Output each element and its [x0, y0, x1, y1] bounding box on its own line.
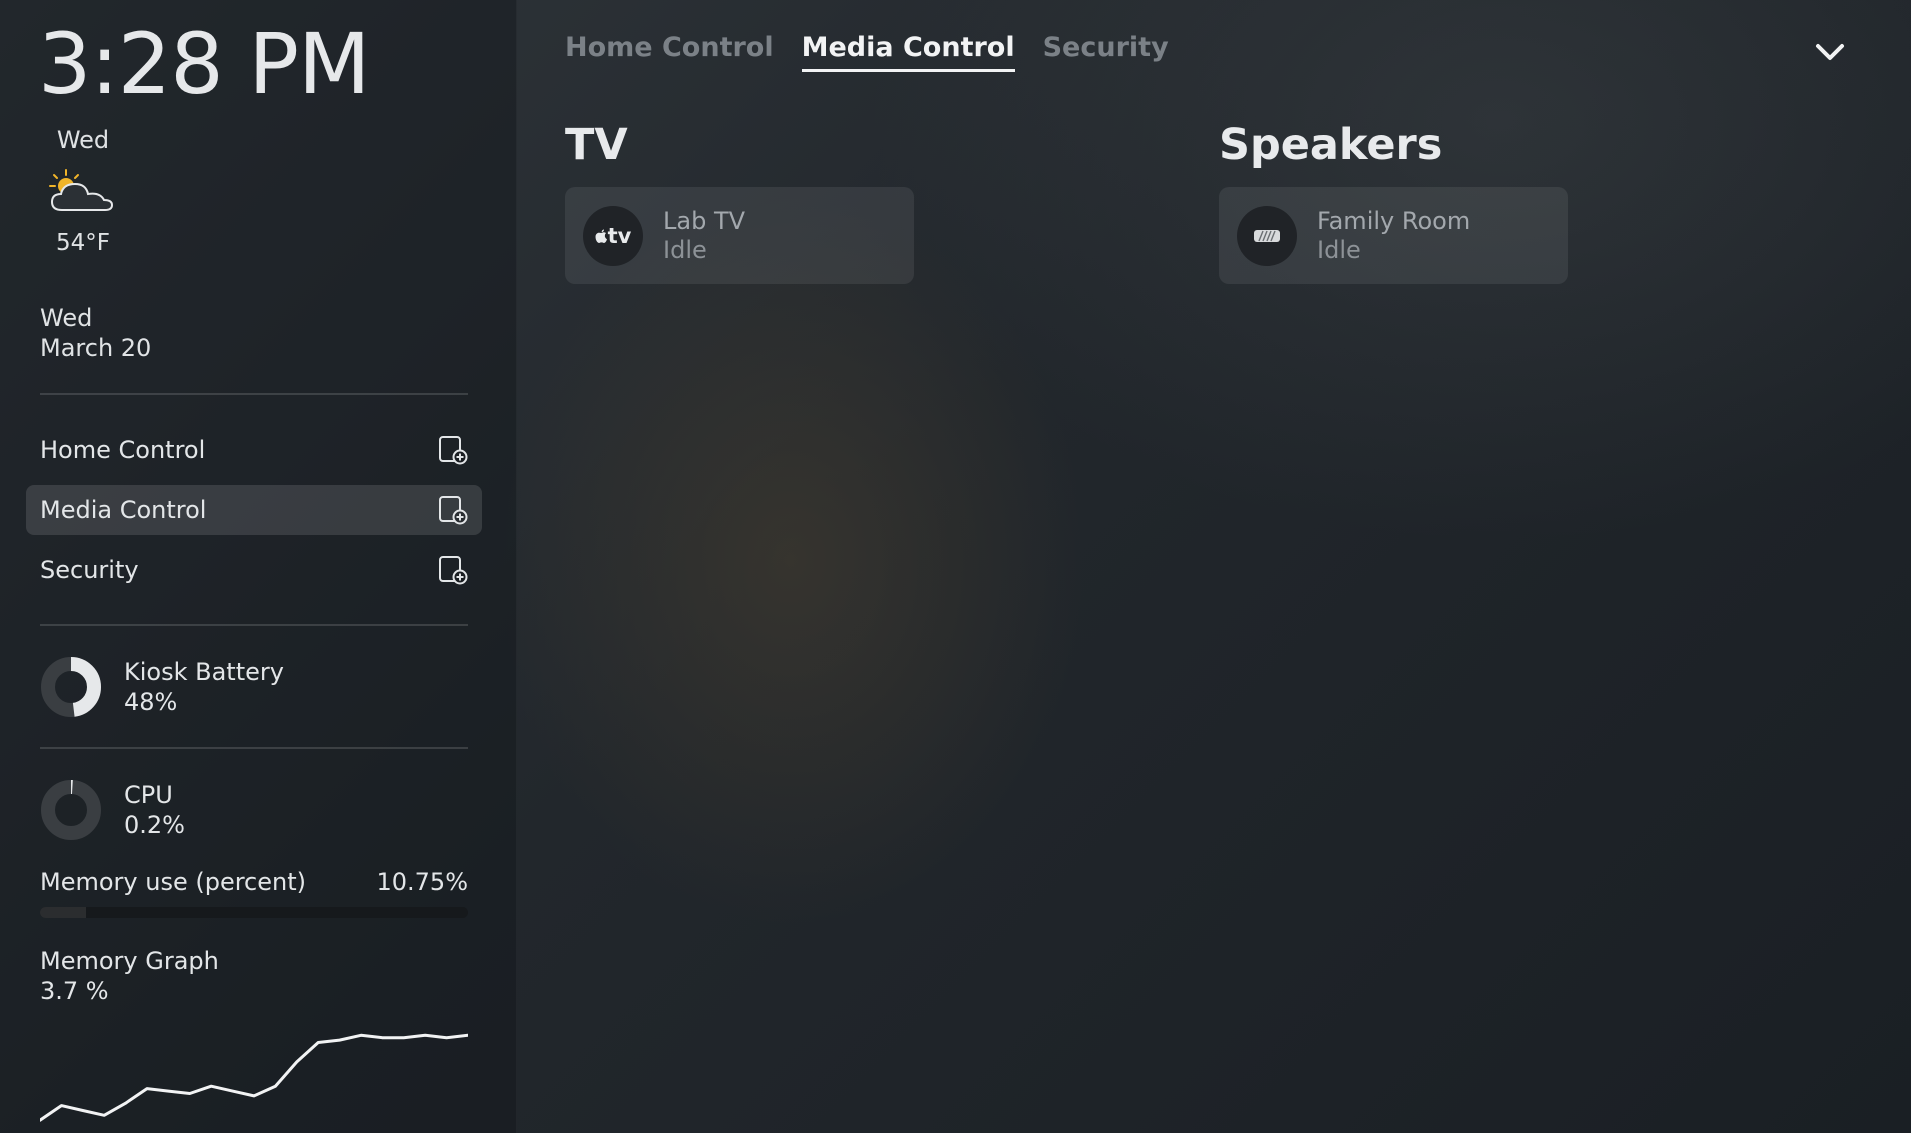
memory-label: Memory use (percent)	[40, 868, 306, 896]
device-name: Lab TV	[663, 206, 746, 235]
tab-security[interactable]: Security	[1043, 32, 1169, 72]
divider	[40, 747, 468, 749]
clock-time: 3:28 PM	[38, 15, 370, 113]
tab-bar: Home Control Media Control Security	[565, 32, 1169, 72]
date-weekday: Wed	[40, 304, 93, 332]
cpu-label: CPU	[124, 781, 173, 809]
divider	[40, 624, 468, 626]
memory-graph-header[interactable]: Memory Graph 3.7 %	[40, 946, 219, 1006]
weather-widget[interactable]: Wed 54°F	[40, 126, 126, 256]
apple-logo-icon	[595, 228, 607, 243]
memory-graph-label: Memory Graph	[40, 947, 219, 975]
sidebar-item-home-control[interactable]: Home Control	[26, 425, 482, 475]
memory-graph	[40, 1033, 468, 1122]
device-name: Family Room	[1317, 206, 1471, 235]
tab-home-control[interactable]: Home Control	[565, 32, 774, 72]
media-card-lab-tv[interactable]: tv Lab TV Idle	[565, 187, 914, 284]
date-block: Wed March 20	[40, 303, 151, 363]
battery-gauge	[41, 657, 101, 717]
cpu-gauge	[41, 780, 101, 840]
speaker-bar-icon	[1254, 229, 1280, 242]
chevron-down-icon[interactable]	[1812, 34, 1848, 70]
add-panel-icon[interactable]	[438, 555, 468, 585]
memory-row[interactable]: Memory use (percent) 10.75%	[40, 868, 468, 896]
memory-graph-value: 3.7 %	[40, 977, 109, 1005]
apple-tv-icon: tv	[583, 205, 643, 266]
date-full: March 20	[40, 334, 152, 362]
weather-day: Wed	[56, 126, 110, 154]
partly-cloudy-icon	[49, 169, 114, 211]
sidebar-item-label: Security	[40, 556, 139, 584]
section-title-tv: TV	[565, 120, 628, 170]
sidebar-item-security[interactable]: Security	[26, 545, 482, 595]
memory-graph-line	[40, 1033, 468, 1122]
memory-bar	[40, 907, 468, 918]
sidebar: 3:28 PM Wed 54°F Wed March 20 Home Contr…	[0, 0, 517, 1133]
device-state: Idle	[1317, 235, 1361, 264]
sidebar-item-label: Media Control	[40, 496, 207, 524]
section-title-speakers: Speakers	[1219, 120, 1443, 170]
media-card-family-room[interactable]: Family Room Idle	[1219, 187, 1568, 284]
weather-temperature: 54°F	[56, 230, 110, 256]
device-state: Idle	[663, 235, 707, 264]
add-panel-icon[interactable]	[438, 495, 468, 525]
cpu-value: 0.2%	[124, 811, 185, 839]
sidebar-item-label: Home Control	[40, 436, 206, 464]
tab-media-control[interactable]: Media Control	[801, 32, 1015, 72]
speaker-icon	[1237, 205, 1297, 266]
battery-stat[interactable]: Kiosk Battery 48%	[40, 656, 284, 718]
sidebar-item-media-control[interactable]: Media Control	[26, 485, 482, 535]
memory-bar-fill	[40, 907, 86, 918]
memory-value: 10.75%	[376, 868, 468, 896]
battery-label: Kiosk Battery	[124, 658, 284, 686]
apple-tv-icon-text: tv	[607, 223, 632, 248]
divider	[40, 393, 468, 395]
cpu-stat[interactable]: CPU 0.2%	[40, 779, 185, 841]
battery-value: 48%	[124, 688, 178, 716]
add-panel-icon[interactable]	[438, 435, 468, 465]
